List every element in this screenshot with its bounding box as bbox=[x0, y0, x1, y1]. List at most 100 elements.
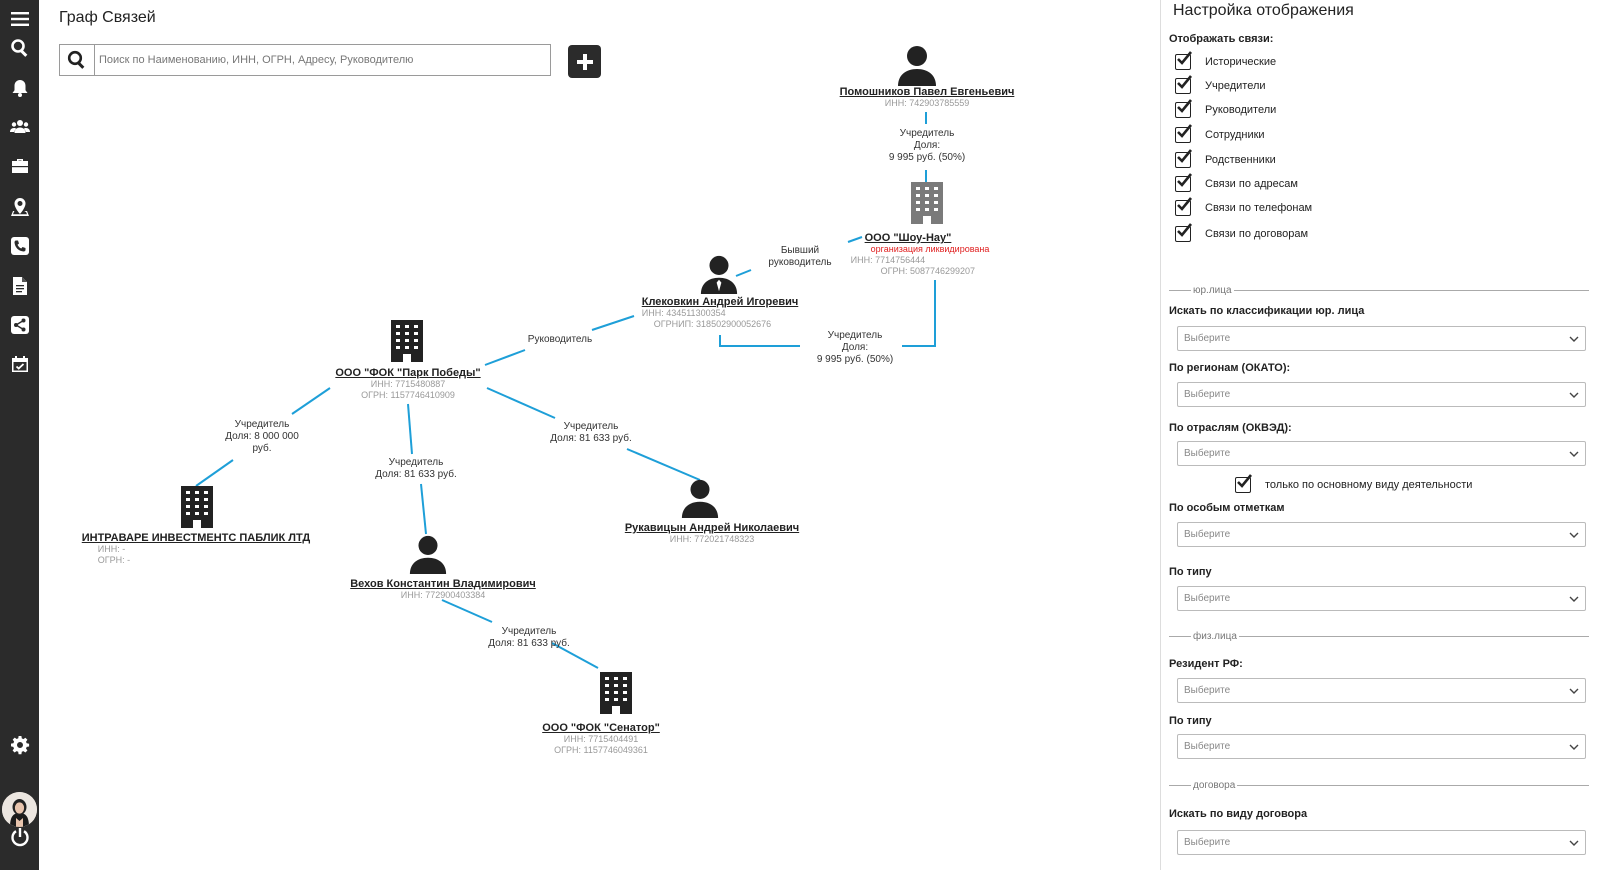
classification-select[interactable]: Выберите bbox=[1177, 326, 1586, 351]
select-value: Выберите bbox=[1184, 448, 1231, 459]
node-inn: ИНН: 7715404491 bbox=[563, 734, 639, 744]
filter-label: По отраслям (ОКВЭД): bbox=[1169, 422, 1292, 434]
checkmark-icon bbox=[1177, 51, 1193, 65]
building-icon bbox=[181, 486, 213, 528]
edge-label-line: 9 995 руб. (50%) bbox=[816, 354, 894, 365]
industries-select[interactable]: Выберите bbox=[1177, 441, 1586, 466]
edge-label-line: Руководитель bbox=[527, 334, 593, 345]
checkmark-icon bbox=[1177, 223, 1193, 237]
checkbox-box[interactable] bbox=[1175, 51, 1193, 70]
node-name-link[interactable]: Клековкин Андрей Игоревич bbox=[642, 296, 799, 308]
edge-label-line: Доля: 81 633 руб. bbox=[488, 638, 570, 649]
checkbox-label: только по основному виду деятельности bbox=[1265, 479, 1473, 491]
graph-node-person[interactable]: Вехов Константин Владимирович ИНН: 77290… bbox=[350, 578, 536, 601]
node-name-link[interactable]: Вехов Константин Владимирович bbox=[350, 578, 536, 590]
node-name-link[interactable]: ИНТРАВАРЕ ИНВЕСТМЕНТС ПАБЛИК ЛТД bbox=[82, 532, 311, 544]
graph-node-person[interactable]: Помошников Павел Евгеньевич ИНН: 7429037… bbox=[840, 86, 1015, 109]
filter-label: Искать по классификации юр. лица bbox=[1169, 305, 1365, 317]
checkbox-box[interactable] bbox=[1175, 75, 1193, 94]
edge-line bbox=[902, 280, 936, 347]
graph-canvas[interactable]: Помошников Павел Евгеньевич ИНН: 7429037… bbox=[0, 0, 1150, 870]
node-name-link[interactable]: Помошников Павел Евгеньевич bbox=[840, 86, 1015, 98]
graph-node-company[interactable]: ИНТРАВАРЕ ИНВЕСТМЕНТС ПАБЛИК ЛТД ИНН: - … bbox=[82, 532, 311, 566]
node-name-link[interactable]: Рукавицын Андрей Николаевич bbox=[625, 522, 799, 534]
display-checkbox[interactable]: Сотрудники bbox=[1175, 124, 1265, 143]
search-icon[interactable] bbox=[60, 45, 95, 75]
chevron-down-icon bbox=[1569, 596, 1579, 602]
edge-label-line: Доля: bbox=[841, 342, 869, 353]
node-name-link[interactable]: ООО "ФОК "Сенатор" bbox=[542, 722, 660, 734]
graph-node-company[interactable]: ООО "Шоу-Нау" организация ликвидирована … bbox=[827, 232, 990, 277]
section-title: физ.лица bbox=[1193, 630, 1237, 642]
checkbox-box[interactable] bbox=[1175, 99, 1193, 118]
display-checkbox[interactable]: Связи по телефонам bbox=[1175, 197, 1313, 216]
select-value: Выберите bbox=[1184, 389, 1231, 400]
main-activity-checkbox[interactable]: только по основному виду деятельности bbox=[1235, 474, 1473, 493]
checkmark-icon bbox=[1177, 173, 1193, 187]
add-button[interactable] bbox=[568, 45, 601, 78]
select-value: Выберите bbox=[1184, 741, 1231, 752]
graph-node-person[interactable]: Клековкин Андрей Игоревич ИНН: 434511300… bbox=[642, 296, 799, 330]
person-icon bbox=[898, 46, 936, 86]
contract-type-select[interactable]: Выберите bbox=[1177, 830, 1586, 855]
chevron-down-icon bbox=[1569, 744, 1579, 750]
edge-label: Учредитель Доля: 81 633 руб. bbox=[375, 457, 456, 481]
type-legal-select[interactable]: Выберите bbox=[1177, 586, 1586, 611]
resident-select[interactable]: Выберите bbox=[1177, 678, 1586, 703]
display-checkbox[interactable]: Исторические bbox=[1175, 51, 1276, 70]
filter-label: Искать по виду договора bbox=[1169, 808, 1308, 820]
checkbox-box[interactable] bbox=[1175, 124, 1193, 143]
checkbox-label: Руководители bbox=[1205, 104, 1277, 116]
edge-line bbox=[420, 483, 427, 535]
building-icon-gray bbox=[911, 182, 943, 224]
display-checkbox[interactable]: Связи по договорам bbox=[1175, 223, 1308, 242]
checkbox-box[interactable] bbox=[1175, 149, 1193, 168]
edge-line bbox=[484, 349, 526, 366]
search-input[interactable] bbox=[95, 45, 550, 75]
regions-select[interactable]: Выберите bbox=[1177, 382, 1586, 407]
chevron-down-icon bbox=[1569, 392, 1579, 398]
chevron-down-icon bbox=[1569, 451, 1579, 457]
node-name-link[interactable]: ООО "Шоу-Нау" bbox=[827, 232, 990, 244]
checkmark-icon bbox=[1177, 197, 1193, 211]
select-value: Выберите bbox=[1184, 685, 1231, 696]
checkbox-label: Связи по адресам bbox=[1205, 178, 1298, 190]
page-title: Граф Связей bbox=[59, 9, 156, 26]
display-checkbox[interactable]: Руководители bbox=[1175, 99, 1277, 118]
checkbox-box[interactable] bbox=[1175, 223, 1193, 242]
edge-line bbox=[407, 403, 413, 455]
checkmark-icon bbox=[1177, 124, 1193, 138]
plus-icon bbox=[576, 53, 593, 70]
graph-node-company[interactable]: ООО "ФОК "Парк Победы" ИНН: 7715480887 О… bbox=[335, 367, 480, 401]
checkbox-label: Связи по телефонам bbox=[1205, 202, 1313, 214]
chevron-down-icon bbox=[1569, 840, 1579, 846]
type-person-select[interactable]: Выберите bbox=[1177, 734, 1586, 759]
edge-label-line: Учредитель bbox=[563, 421, 619, 432]
search-box bbox=[59, 44, 551, 76]
graph-node-company[interactable]: ООО "ФОК "Сенатор" ИНН: 7715404491 ОГРН:… bbox=[542, 722, 660, 756]
display-checkbox[interactable]: Родственники bbox=[1175, 149, 1276, 168]
edge-label-line: Учредитель bbox=[899, 128, 955, 139]
edge-line bbox=[486, 387, 556, 419]
building-icon bbox=[600, 672, 632, 714]
checkbox-box[interactable] bbox=[1235, 474, 1253, 493]
filter-label: По особым отметкам bbox=[1169, 502, 1285, 514]
checkbox-box[interactable] bbox=[1175, 173, 1193, 192]
node-name-link[interactable]: ООО "ФОК "Парк Победы" bbox=[335, 367, 480, 379]
edge-label-line: Учредитель bbox=[388, 457, 444, 468]
chevron-down-icon bbox=[1569, 688, 1579, 694]
graph-node-person[interactable]: Рукавицын Андрей Николаевич ИНН: 7720217… bbox=[625, 522, 799, 545]
panel-title: Настройка отображения bbox=[1173, 2, 1354, 19]
select-value: Выберите bbox=[1184, 837, 1231, 848]
display-checkbox[interactable]: Связи по адресам bbox=[1175, 173, 1298, 192]
checkbox-label: Сотрудники bbox=[1205, 129, 1265, 141]
special-marks-select[interactable]: Выберите bbox=[1177, 522, 1586, 547]
edge-line bbox=[195, 459, 234, 487]
node-ogrn: ОГРН: 1157746410909 bbox=[361, 390, 455, 400]
edge-line bbox=[719, 335, 800, 347]
edge-label-line: руб. bbox=[252, 443, 272, 454]
checkmark-icon bbox=[1177, 149, 1193, 163]
display-checkbox[interactable]: Учредители bbox=[1175, 75, 1266, 94]
checkbox-box[interactable] bbox=[1175, 197, 1193, 216]
edge-label: Учредитель Доля: 81 633 руб. bbox=[488, 626, 569, 650]
